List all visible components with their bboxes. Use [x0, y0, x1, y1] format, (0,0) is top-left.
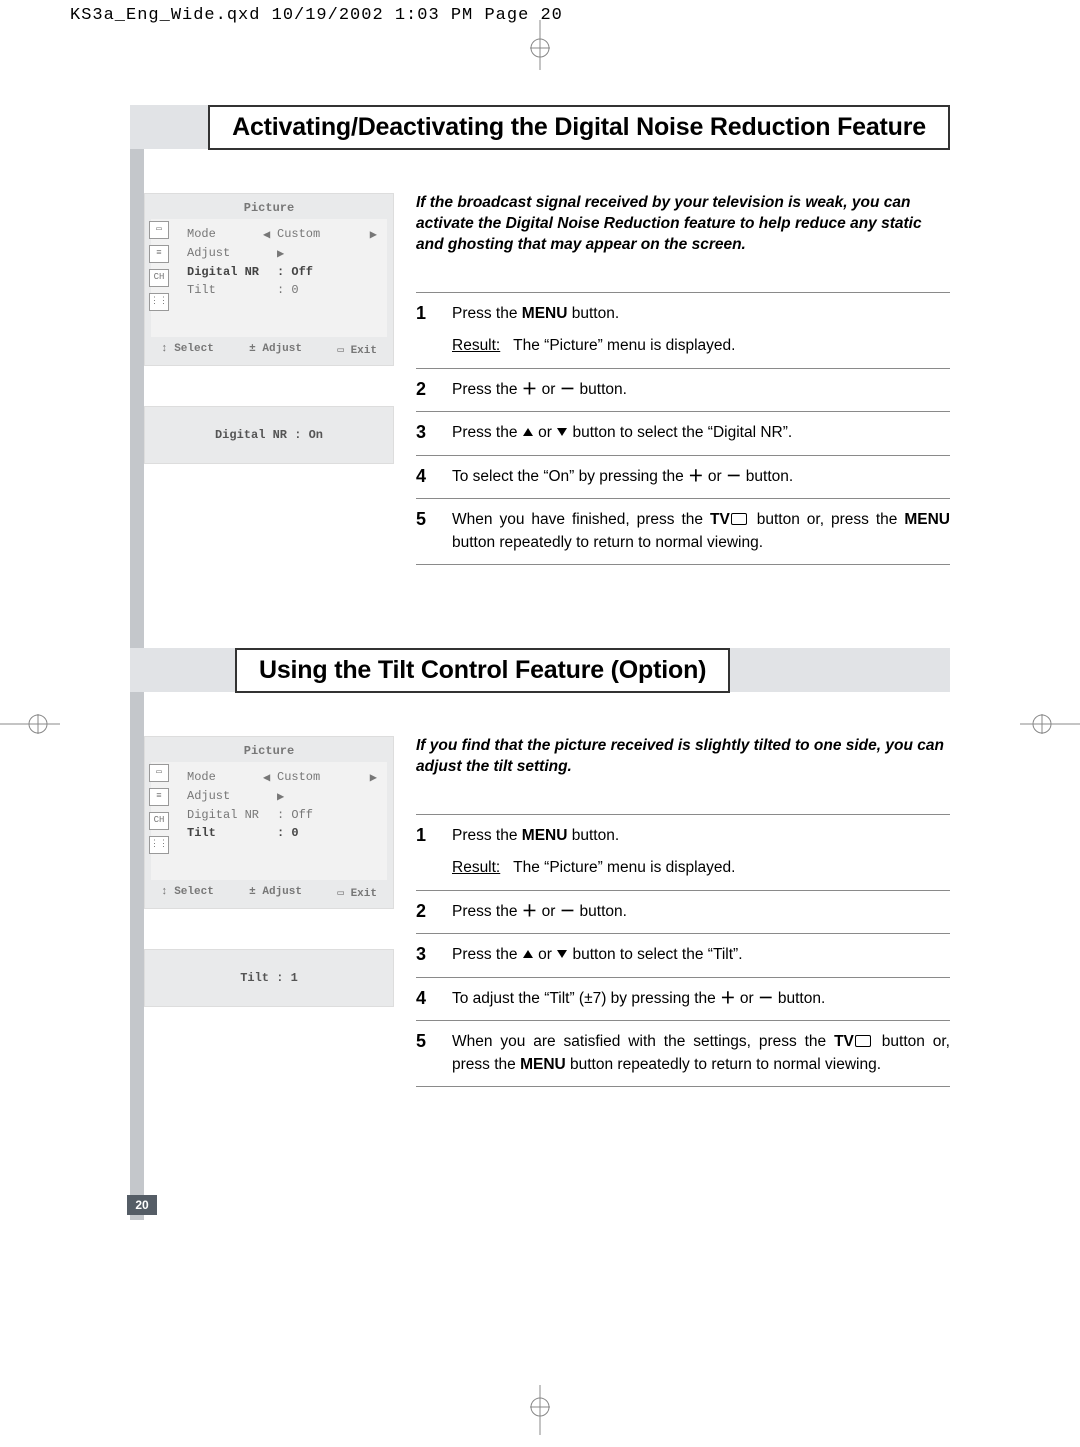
- step-text: Press the or button to select the “Digit…: [452, 412, 950, 455]
- steps-table: 1Press the MENU button.Result: The “Pict…: [416, 814, 950, 1087]
- steps-table: 1Press the MENU button.Result: The “Pict…: [416, 292, 950, 565]
- right-column: If you find that the picture received is…: [416, 736, 950, 1087]
- step-number: 4: [416, 455, 452, 498]
- list-icon: ≡: [149, 245, 169, 263]
- step-number: 3: [416, 934, 452, 977]
- osd-screenshot: Picture ▭ ≡ CH ⋮⋮ Mode◀Custom▶Adjust▶Dig…: [144, 193, 394, 366]
- setup-icon: ⋮⋮: [149, 836, 169, 854]
- section-title: Using the Tilt Control Feature (Option): [235, 648, 730, 693]
- osd-footer-select: ↕ Select: [161, 886, 214, 900]
- osd-toast: Tilt : 1: [144, 949, 394, 1007]
- osd-toast: Digital NR : On: [144, 406, 394, 464]
- step-number: 2: [416, 368, 452, 411]
- osd-menu-row: Adjust▶: [161, 244, 377, 263]
- title-band: Activating/Deactivating the Digital Nois…: [130, 105, 950, 149]
- section-intro: If the broadcast signal received by your…: [416, 193, 950, 256]
- step-number: 1: [416, 292, 452, 368]
- tv-icon: ▭: [149, 221, 169, 239]
- down-arrow-icon: [557, 428, 567, 436]
- step-row: 5When you are satisfied with the setting…: [416, 1021, 950, 1087]
- section-title: Activating/Deactivating the Digital Nois…: [208, 105, 950, 150]
- right-column: If the broadcast signal received by your…: [416, 193, 950, 565]
- osd-menu-row: Digital NR: Off: [161, 806, 377, 824]
- osd-footer-exit: ▭ Exit: [337, 343, 377, 357]
- page-number: 20: [127, 1195, 157, 1215]
- print-header: KS3a_Eng_Wide.qxd 10/19/2002 1:03 PM Pag…: [70, 6, 563, 25]
- step-row: 2Press the ＋ or － button.: [416, 368, 950, 411]
- step-text: Press the ＋ or － button.: [452, 368, 950, 411]
- step-row: 1Press the MENU button.Result: The “Pict…: [416, 292, 950, 368]
- osd-menu-row: Tilt: 0: [161, 281, 377, 299]
- cropmark-left: [0, 709, 60, 739]
- channel-icon: CH: [149, 812, 169, 830]
- section-digital-nr: Activating/Deactivating the Digital Nois…: [130, 105, 950, 565]
- up-arrow-icon: [523, 428, 533, 436]
- osd-title: Picture: [151, 200, 387, 219]
- osd-footer-adjust: ± Adjust: [249, 343, 302, 357]
- manual-page: KS3a_Eng_Wide.qxd 10/19/2002 1:03 PM Pag…: [0, 0, 1080, 1447]
- osd-menu-row: Mode◀Custom▶: [161, 768, 377, 787]
- section-intro: If you find that the picture received is…: [416, 736, 950, 778]
- cropmark-top: [525, 20, 555, 70]
- step-number: 5: [416, 499, 452, 565]
- step-text: Press the MENU button.Result: The “Pictu…: [452, 814, 950, 890]
- channel-icon: CH: [149, 269, 169, 287]
- osd-footer-exit: ▭ Exit: [337, 886, 377, 900]
- step-text: To adjust the “Tilt” (±7) by pressing th…: [452, 977, 950, 1020]
- step-text: To select the “On” by pressing the ＋ or …: [452, 455, 950, 498]
- tv-button-icon: [855, 1035, 871, 1047]
- step-number: 3: [416, 412, 452, 455]
- left-column: Picture ▭ ≡ CH ⋮⋮ Mode◀Custom▶Adjust▶Dig…: [144, 193, 394, 565]
- step-row: 3Press the or button to select the “Digi…: [416, 412, 950, 455]
- osd-menu-row: Digital NR: Off: [161, 263, 377, 281]
- osd-rows: ▭ ≡ CH ⋮⋮ Mode◀Custom▶Adjust▶Digital NR:…: [151, 762, 387, 880]
- title-band: Using the Tilt Control Feature (Option): [130, 648, 950, 692]
- step-text: When you have finished, press the TV but…: [452, 499, 950, 565]
- osd-icon-column: ▭ ≡ CH ⋮⋮: [149, 221, 169, 311]
- osd-screenshot: Picture ▭ ≡ CH ⋮⋮ Mode◀Custom▶Adjust▶Dig…: [144, 736, 394, 909]
- left-column: Picture ▭ ≡ CH ⋮⋮ Mode◀Custom▶Adjust▶Dig…: [144, 736, 394, 1087]
- step-text: Press the or button to select the “Tilt”…: [452, 934, 950, 977]
- step-number: 1: [416, 814, 452, 890]
- step-number: 4: [416, 977, 452, 1020]
- step-row: 5When you have finished, press the TV bu…: [416, 499, 950, 565]
- step-text: When you are satisfied with the settings…: [452, 1021, 950, 1087]
- osd-footer-select: ↕ Select: [161, 343, 214, 357]
- osd-title: Picture: [151, 743, 387, 762]
- step-text: Press the MENU button.Result: The “Pictu…: [452, 292, 950, 368]
- list-icon: ≡: [149, 788, 169, 806]
- osd-icon-column: ▭ ≡ CH ⋮⋮: [149, 764, 169, 854]
- osd-menu-row: Adjust▶: [161, 787, 377, 806]
- cropmark-bottom: [525, 1385, 555, 1435]
- step-row: 3Press the or button to select the “Tilt…: [416, 934, 950, 977]
- cropmark-right: [1020, 709, 1080, 739]
- osd-footer-adjust: ± Adjust: [249, 886, 302, 900]
- section-tilt: Using the Tilt Control Feature (Option) …: [130, 648, 950, 1087]
- step-row: 4To select the “On” by pressing the ＋ or…: [416, 455, 950, 498]
- step-row: 1Press the MENU button.Result: The “Pict…: [416, 814, 950, 890]
- down-arrow-icon: [557, 950, 567, 958]
- setup-icon: ⋮⋮: [149, 293, 169, 311]
- tv-button-icon: [731, 513, 747, 525]
- step-row: 4To adjust the “Tilt” (±7) by pressing t…: [416, 977, 950, 1020]
- step-number: 5: [416, 1021, 452, 1087]
- step-number: 2: [416, 890, 452, 933]
- osd-menu-row: Mode◀Custom▶: [161, 225, 377, 244]
- tv-icon: ▭: [149, 764, 169, 782]
- osd-rows: ▭ ≡ CH ⋮⋮ Mode◀Custom▶Adjust▶Digital NR:…: [151, 219, 387, 337]
- up-arrow-icon: [523, 950, 533, 958]
- step-row: 2Press the ＋ or － button.: [416, 890, 950, 933]
- step-text: Press the ＋ or － button.: [452, 890, 950, 933]
- osd-menu-row: Tilt: 0: [161, 824, 377, 842]
